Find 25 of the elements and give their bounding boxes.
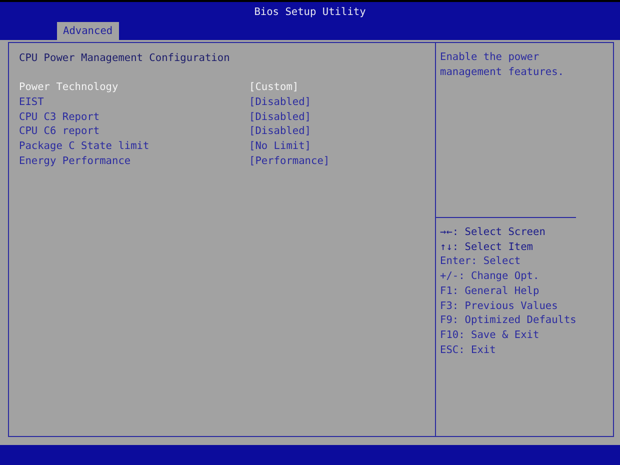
setting-label[interactable]: Power Technology (19, 80, 249, 95)
key-hint: F10: Save & Exit (440, 328, 540, 343)
setting-label[interactable]: EIST (19, 94, 249, 110)
setting-label[interactable]: Energy Performance (19, 154, 249, 169)
tab[interactable]: Advanced (57, 22, 119, 40)
key-hint: ↑↓: Select Item (440, 240, 533, 254)
setting-value[interactable]: [Disabled] (249, 94, 311, 110)
key-hint: ESC: Exit (440, 342, 496, 358)
setting-label[interactable]: Package C State limit (19, 139, 249, 154)
setting-value[interactable]: [Disabled] (249, 110, 311, 124)
key-hint: F9: Optimized Defaults (440, 313, 576, 328)
help-text: Enable the power management features. (436, 43, 576, 218)
key-hint: →←: Select Screen (440, 225, 546, 240)
window-title: Bios Setup Utility (254, 5, 366, 18)
key-hint: F3: Previous Values (440, 298, 558, 314)
key-hint: F1: General Help (440, 284, 540, 299)
setting-label[interactable]: CPU C6 report (19, 124, 249, 140)
setting-value[interactable]: [Custom] (249, 80, 299, 95)
setting-value[interactable]: [No Limit] (249, 139, 311, 154)
setting-label[interactable]: CPU C3 Report (19, 110, 249, 124)
section-title: CPU Power Management Configuration (19, 51, 230, 66)
key-hint: Enter: Select (440, 254, 521, 270)
key-hint: +/-: Change Opt. (440, 269, 540, 284)
setting-value[interactable]: [Performance] (249, 154, 330, 169)
setting-value[interactable]: [Disabled] (249, 124, 311, 140)
